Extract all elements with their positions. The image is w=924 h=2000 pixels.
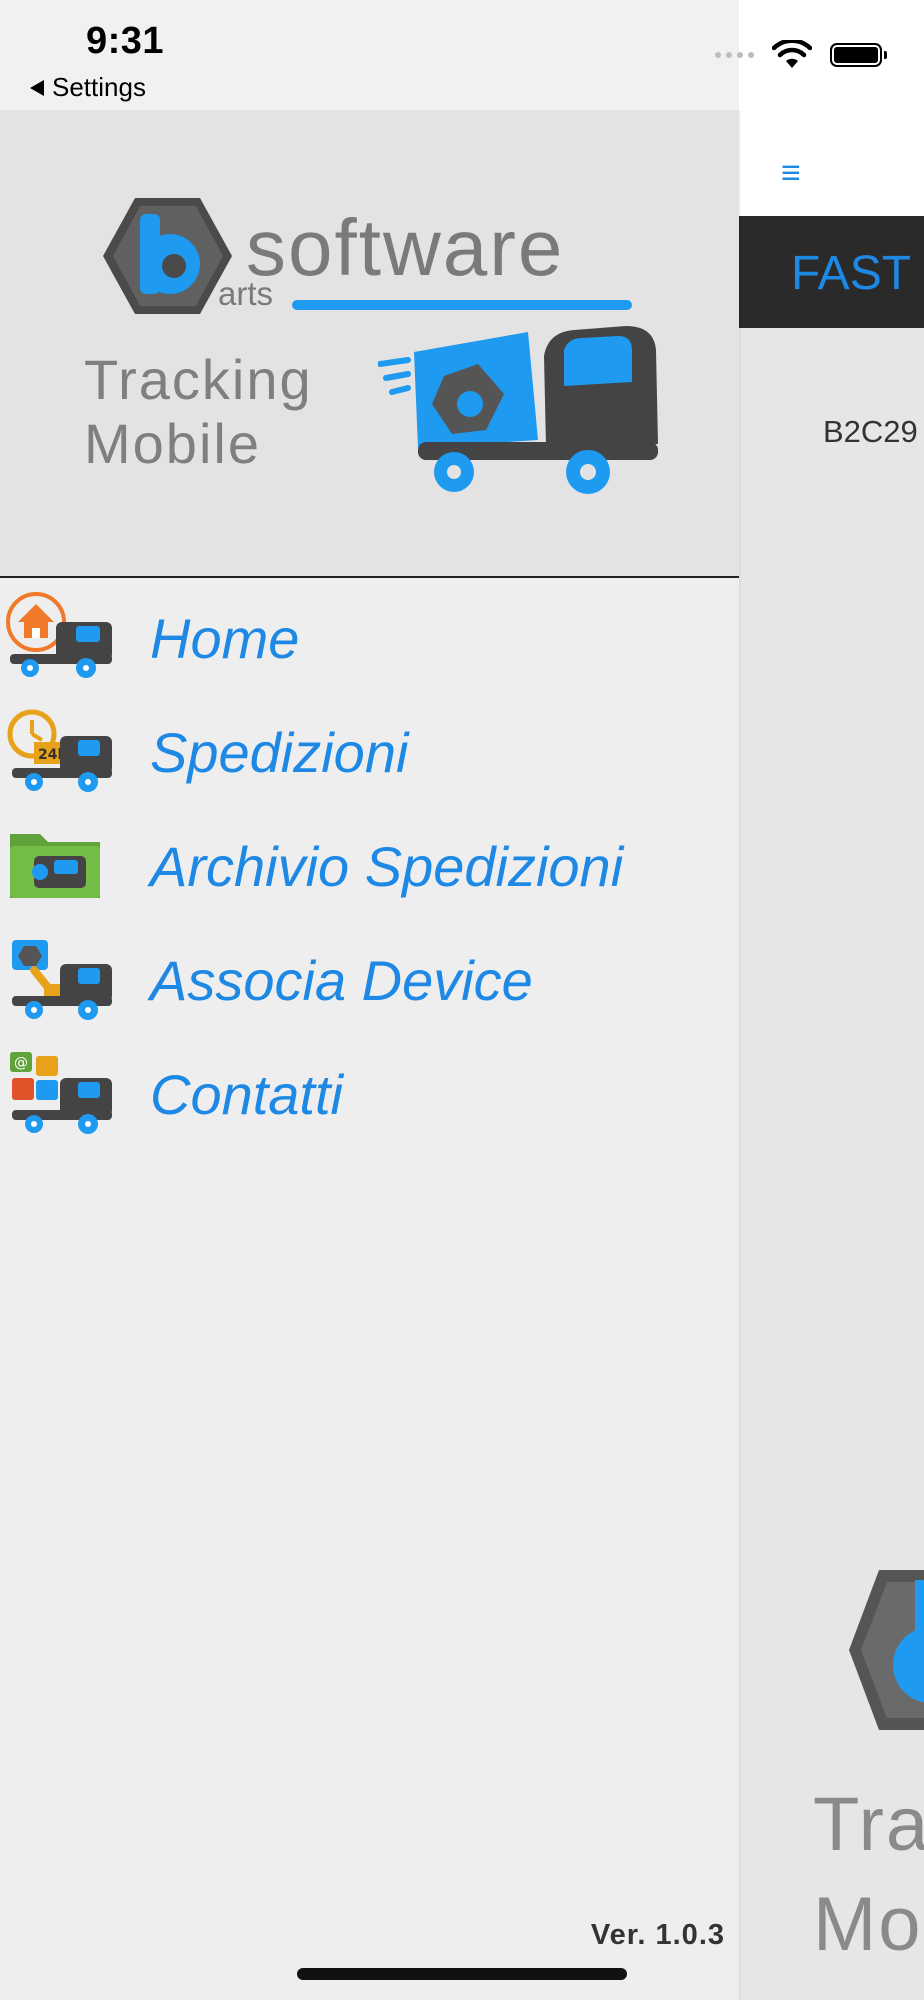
app-version: Ver. 1.0.3 [590,1919,725,1951]
menu-item-spedizioni[interactable]: 24h Spedizioni [0,698,739,808]
battery-icon [830,43,887,67]
delivery-truck-logo-icon [378,326,658,494]
page-title: FAST [791,247,912,300]
menu-item-label: Spedizioni [150,721,409,784]
menu-item-label: Archivio Spedizioni [150,835,624,898]
status-icons [715,40,887,70]
folder-truck-icon [10,834,100,898]
cellular-signal-icon [715,52,754,58]
brand-tagline: Tracking Mobile [84,348,313,475]
brand-underline [292,300,632,310]
svg-text:@: @ [14,1055,28,1071]
drawer-header: software arts Tracking Mobile [0,110,739,578]
clock-24h-truck-icon: 24h [7,709,112,792]
home-indicator [297,1968,627,1980]
main-page: ≡ FAST B2C29 Tra Mo [739,110,924,2000]
shipment-code: B2C29 [823,414,918,449]
hamburger-menu-icon[interactable]: ≡ [781,156,801,190]
menu-item-associa-device[interactable]: Associa Device [0,926,739,1036]
home-truck-icon [6,592,112,678]
menu-item-label: Associa Device [150,949,533,1012]
contacts-truck-icon: @ [10,1052,112,1134]
menu-item-contatti[interactable]: @ Contatti [0,1040,739,1150]
main-header: ≡ [739,110,924,216]
plug-truck-icon [12,940,112,1020]
wifi-icon [772,40,812,68]
status-time: 9:31 [86,20,165,62]
brand-subname: arts [218,275,274,312]
status-bar: 9:31 Settings [0,0,924,110]
back-to-settings-link[interactable]: Settings [30,72,146,103]
menu-item-home[interactable]: Home [0,584,739,694]
back-arrow-icon [30,79,44,96]
menu-item-label: Home [150,607,300,670]
menu-item-label: Contatti [150,1063,343,1126]
navigation-drawer: software arts Tracking Mobile Home 24h S… [0,110,739,2000]
menu-item-archivio-spedizioni[interactable]: Archivio Spedizioni [0,812,739,922]
main-logo-text: Tra Mo [813,1782,924,1967]
title-bar: FAST [739,216,924,328]
main-logo-icon [849,1570,924,1730]
brand-name: software [246,203,565,292]
company-logo-icon [103,198,232,314]
back-link-label: Settings [52,72,146,102]
